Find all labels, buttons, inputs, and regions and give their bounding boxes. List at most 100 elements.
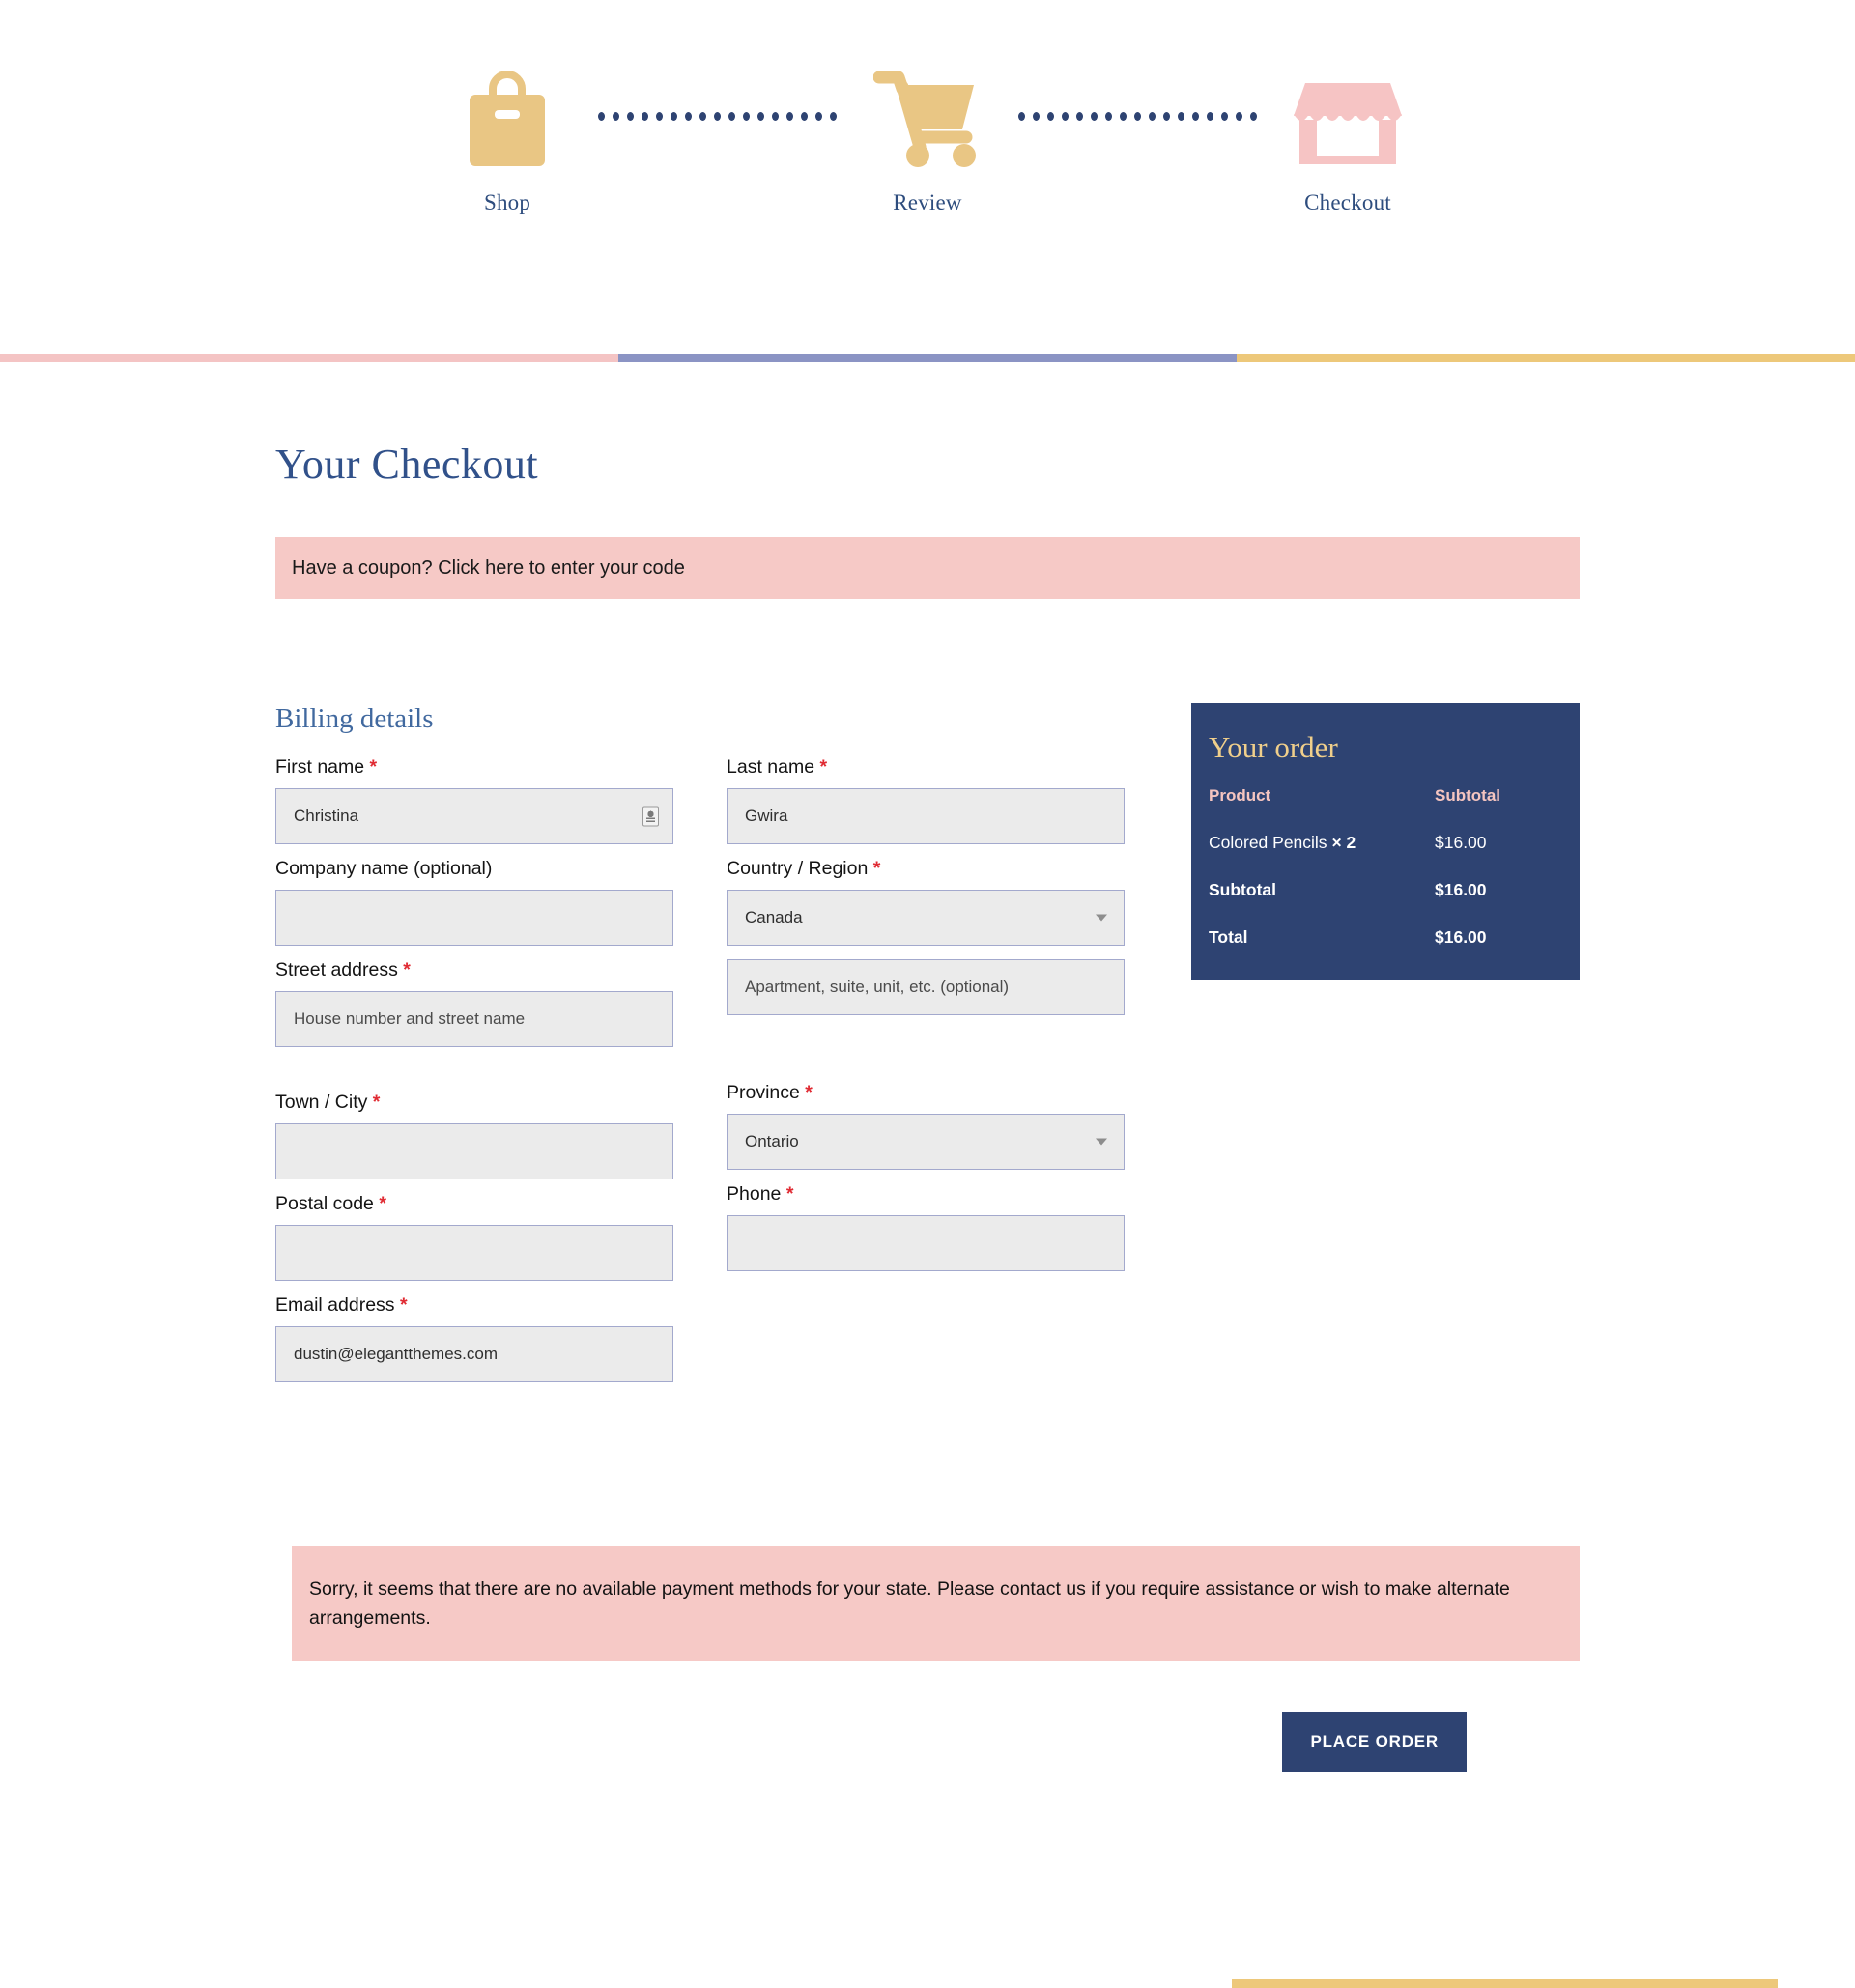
postal-code-input[interactable] xyxy=(275,1225,673,1281)
step-checkout[interactable]: Checkout xyxy=(1203,53,1493,215)
step-label-shop: Shop xyxy=(483,190,531,214)
order-item-cell: Colored Pencils × 2 xyxy=(1209,833,1435,880)
footer-accent-bar xyxy=(1232,1979,1778,1988)
shopping-cart-icon xyxy=(873,53,982,179)
order-summary-box: Your order Product Subtotal Colored Penc… xyxy=(1191,703,1580,980)
country-region-select[interactable]: Canada xyxy=(727,890,1125,946)
last-name-label: Last name * xyxy=(727,756,1125,779)
street-address-label-text: Street address xyxy=(275,959,398,980)
payment-methods-notice: Sorry, it seems that there are no availa… xyxy=(292,1546,1580,1662)
field-street-address: Street address * House number and street… xyxy=(275,959,673,1047)
step-label-checkout: Checkout xyxy=(1304,190,1391,214)
progress-segment-pink xyxy=(0,354,618,362)
field-phone: Phone * xyxy=(727,1183,1125,1271)
town-city-label: Town / City * xyxy=(275,1092,673,1114)
coupon-banner-text: Have a coupon? Click here to enter your … xyxy=(292,556,685,579)
phone-label-text: Phone xyxy=(727,1183,782,1205)
field-first-name: First name * Christina xyxy=(275,756,673,844)
required-asterisk: * xyxy=(403,959,411,980)
field-country-region: Country / Region * Canada xyxy=(727,858,1125,946)
country-region-label: Country / Region * xyxy=(727,858,1125,880)
town-city-label-text: Town / City xyxy=(275,1092,368,1113)
autofill-contact-icon[interactable] xyxy=(642,806,659,827)
order-column-product: Product xyxy=(1209,786,1271,805)
first-name-value: Christina xyxy=(294,807,359,825)
email-address-input[interactable]: dustin@elegantthemes.com xyxy=(275,1326,673,1382)
step-shop[interactable]: Shop xyxy=(362,53,652,215)
coupon-banner[interactable]: Have a coupon? Click here to enter your … xyxy=(275,537,1580,599)
province-select[interactable]: Ontario xyxy=(727,1114,1125,1170)
checkout-steps-header: Shop Review Checkout xyxy=(0,0,1855,362)
place-order-button[interactable]: PLACE ORDER xyxy=(1282,1712,1467,1773)
last-name-input[interactable]: Gwira xyxy=(727,788,1125,844)
order-total-value: $16.00 xyxy=(1435,927,1487,947)
province-label: Province * xyxy=(727,1082,1125,1104)
phone-label: Phone * xyxy=(727,1183,1125,1206)
required-asterisk: * xyxy=(399,1294,408,1316)
email-address-value: dustin@elegantthemes.com xyxy=(294,1345,498,1363)
required-asterisk: * xyxy=(379,1193,386,1214)
steps-row: Shop Review Checkout xyxy=(0,0,1855,215)
required-asterisk: * xyxy=(369,756,378,778)
step-label-review: Review xyxy=(893,190,962,214)
postal-code-label-text: Postal code xyxy=(275,1193,374,1214)
order-subtotal-row: Subtotal $16.00 xyxy=(1209,880,1562,927)
required-asterisk: * xyxy=(805,1082,813,1103)
phone-input[interactable] xyxy=(727,1215,1125,1271)
billing-form-right-column: Last name * Gwira Country / Region * Can… xyxy=(727,756,1125,1396)
first-name-label: First name * xyxy=(275,756,673,779)
last-name-label-text: Last name xyxy=(727,756,815,778)
field-town-city: Town / City * xyxy=(275,1092,673,1179)
progress-segment-blue xyxy=(618,354,1237,362)
order-line-item-row: Colored Pencils × 2 $16.00 xyxy=(1209,833,1562,880)
place-order-row: PLACE ORDER xyxy=(275,1712,1580,1773)
order-total-label: Total xyxy=(1209,927,1248,947)
order-total-row: Total $16.00 xyxy=(1209,927,1562,948)
field-postal-code: Postal code * xyxy=(275,1193,673,1281)
progress-tricolor-bar xyxy=(0,354,1855,362)
first-name-input[interactable]: Christina xyxy=(275,788,673,844)
billing-form-left-column: First name * Christina Company name (opt… xyxy=(275,756,673,1396)
checkout-columns: Billing details First name * Christina C… xyxy=(275,703,1580,1396)
required-asterisk: * xyxy=(785,1183,794,1205)
order-summary-table: Product Subtotal Colored Pencils × 2 $16… xyxy=(1209,786,1562,948)
required-asterisk: * xyxy=(372,1092,381,1113)
payment-methods-notice-text: Sorry, it seems that there are no availa… xyxy=(309,1578,1510,1630)
email-address-label: Email address * xyxy=(275,1294,673,1317)
order-item-quantity: × 2 xyxy=(1331,833,1356,852)
billing-details-section: Billing details First name * Christina C… xyxy=(275,703,1126,1396)
billing-form-grid: First name * Christina Company name (opt… xyxy=(275,756,1126,1396)
country-region-value: Canada xyxy=(745,908,803,926)
email-address-label-text: Email address xyxy=(275,1294,395,1316)
shopping-bag-icon xyxy=(466,53,549,179)
page-title: Your Checkout xyxy=(275,440,539,488)
checkout-lower-area: Sorry, it seems that there are no availa… xyxy=(275,1396,1580,1773)
required-asterisk: * xyxy=(819,756,828,778)
last-name-value: Gwira xyxy=(745,807,788,825)
street-address-placeholder: House number and street name xyxy=(294,1009,526,1028)
address-line-2-placeholder: Apartment, suite, unit, etc. (optional) xyxy=(745,978,1010,996)
field-last-name: Last name * Gwira xyxy=(727,756,1125,844)
town-city-input[interactable] xyxy=(275,1123,673,1179)
chevron-down-icon xyxy=(1096,1138,1107,1146)
field-email-address: Email address * dustin@elegantthemes.com xyxy=(275,1294,673,1382)
street-address-input[interactable]: House number and street name xyxy=(275,991,673,1047)
order-item-name: Colored Pencils xyxy=(1209,833,1327,852)
checkout-page: Your Checkout Have a coupon? Click here … xyxy=(0,362,1855,1773)
address-line-2-input[interactable]: Apartment, suite, unit, etc. (optional) xyxy=(727,959,1125,1015)
step-review[interactable]: Review xyxy=(783,53,1072,215)
content-container: Your Checkout Have a coupon? Click here … xyxy=(275,440,1580,1396)
order-subtotal-label: Subtotal xyxy=(1209,880,1276,899)
country-region-label-text: Country / Region xyxy=(727,858,869,879)
street-address-label: Street address * xyxy=(275,959,673,981)
order-item-subtotal: $16.00 xyxy=(1435,833,1487,852)
field-province: Province * Ontario xyxy=(727,1082,1125,1170)
postal-code-label: Postal code * xyxy=(275,1193,673,1215)
company-name-input[interactable] xyxy=(275,890,673,946)
order-subtotal-value: $16.00 xyxy=(1435,880,1487,899)
order-table-header-row: Product Subtotal xyxy=(1209,786,1562,833)
province-value: Ontario xyxy=(745,1132,799,1150)
first-name-label-text: First name xyxy=(275,756,365,778)
